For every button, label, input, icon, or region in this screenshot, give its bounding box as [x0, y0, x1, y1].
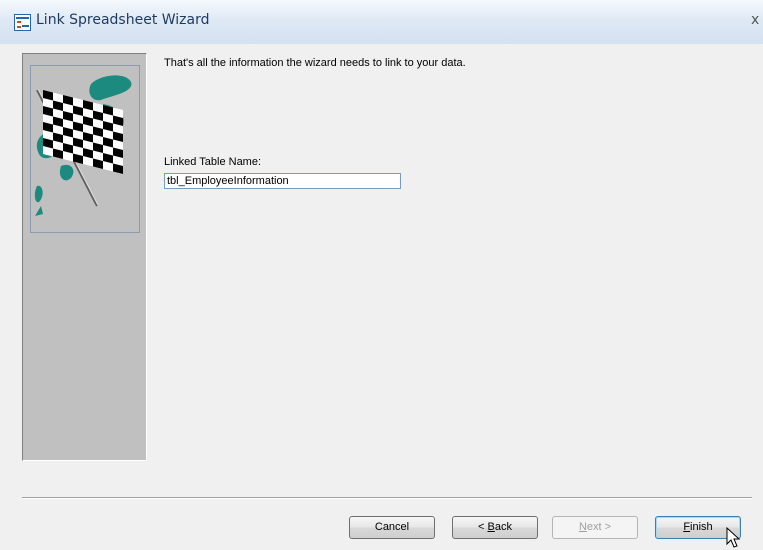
wizard-side-panel: [22, 53, 147, 461]
wizard-message: That's all the information the wizard ne…: [164, 57, 466, 69]
back-label-rest: ack: [494, 521, 512, 533]
back-prefix: <: [478, 521, 488, 533]
next-label-rest: ext >: [586, 521, 612, 533]
linked-table-name-input[interactable]: [164, 173, 401, 189]
mouse-pointer-icon: [726, 527, 741, 548]
next-accelerator: N: [578, 521, 587, 533]
linked-table-name-label: Linked Table Name:: [164, 156, 262, 168]
finish-label-rest: inish: [690, 521, 713, 533]
title-bar[interactable]: Link Spreadsheet Wizard x: [0, 0, 763, 44]
next-button: Next >: [552, 516, 638, 539]
back-button[interactable]: < Back: [452, 516, 538, 539]
checkered-flag-icon: [30, 65, 140, 233]
button-separator: [22, 497, 752, 499]
window-title: Link Spreadsheet Wizard: [36, 12, 210, 28]
cancel-button[interactable]: Cancel: [349, 516, 435, 539]
link-spreadsheet-wizard-window: Link Spreadsheet Wizard x That's all the…: [0, 0, 763, 550]
spreadsheet-icon: [14, 14, 31, 31]
back-accelerator: B: [487, 521, 495, 533]
close-icon[interactable]: x: [751, 12, 763, 28]
